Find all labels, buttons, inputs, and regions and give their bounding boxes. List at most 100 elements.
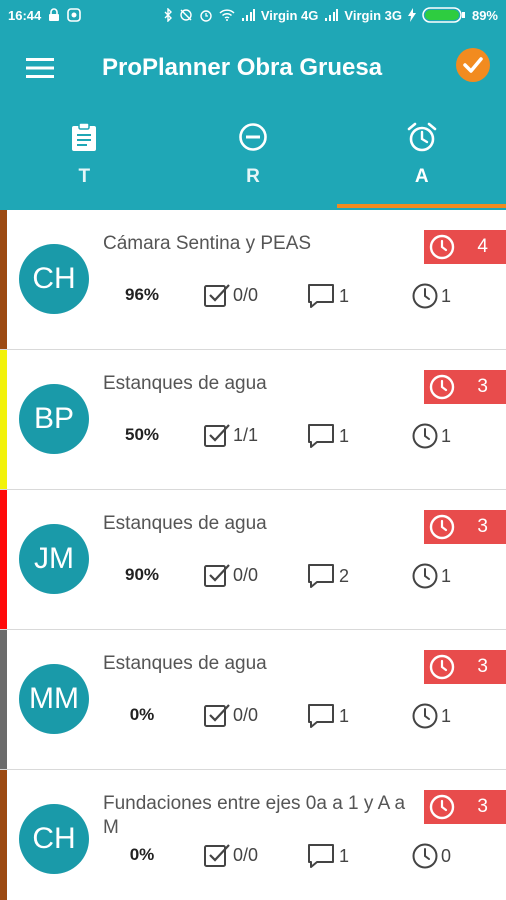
list-item[interactable]: JM Estanques de agua 3 90% 0/0 2 1 (0, 490, 506, 630)
comments-stat[interactable]: 1 (307, 422, 349, 450)
progress-percent: 0% (129, 845, 155, 864)
list-item[interactable]: CH Cámara Sentina y PEAS 4 96% 0/0 1 1 (0, 210, 506, 350)
comments-count: 1 (339, 705, 350, 726)
item-stats: 0% 0/0 1 (0, 702, 506, 734)
tasks-count: 0/0 (233, 844, 259, 865)
tasks-count: 0/0 (233, 564, 259, 585)
tasks-count: 0/0 (233, 704, 259, 725)
item-title: Estanques de agua (103, 513, 267, 534)
clock-outline-icon (412, 423, 438, 449)
comments-count: 2 (339, 565, 350, 586)
badge-count: 3 (477, 376, 488, 397)
clock-outline-icon (412, 703, 438, 729)
tab-bar: T R A (0, 118, 506, 210)
progress-percent: 50% (124, 425, 160, 444)
time-count: 1 (441, 425, 452, 446)
comments-stat[interactable]: 1 (307, 282, 349, 310)
time-count: 1 (441, 565, 452, 586)
comment-icon (308, 284, 334, 308)
item-stats: 96% 0/0 1 1 (0, 282, 506, 314)
overdue-badge: 3 (424, 370, 506, 404)
overdue-badge: 3 (424, 510, 506, 544)
tab-r[interactable]: R (169, 118, 338, 210)
comments-count: 1 (339, 285, 350, 306)
alarm-clock-icon (406, 120, 438, 154)
clock-icon (428, 373, 456, 401)
time-count: 1 (441, 285, 452, 306)
menu-button[interactable] (22, 50, 58, 86)
clock-icon (428, 513, 456, 541)
item-stats: 50% 1/1 1 1 (0, 422, 506, 454)
minus-circle-icon (238, 120, 268, 154)
tasks-count: 1/1 (233, 424, 259, 445)
badge-count: 4 (477, 236, 488, 257)
badge-count: 3 (477, 656, 488, 677)
tab-a-label: A (414, 166, 429, 187)
status-stripe (0, 490, 7, 629)
tasks-count: 0/0 (233, 284, 259, 305)
comments-stat[interactable]: 1 (307, 702, 349, 730)
check-icon (463, 57, 483, 73)
status-left: 16:44 (8, 7, 82, 23)
status-time: 16:44 (8, 7, 42, 23)
overdue-badge: 4 (424, 230, 506, 264)
item-title: Estanques de agua (103, 373, 267, 394)
time-stat[interactable]: 1 (411, 702, 451, 730)
signal-icon (241, 9, 255, 21)
item-title: Estanques de agua (103, 653, 267, 674)
tasks-stat[interactable]: 0/0 (203, 562, 258, 588)
clock-outline-icon (412, 563, 438, 589)
active-tab-indicator (337, 204, 506, 208)
item-stats: 90% 0/0 2 1 (0, 562, 506, 594)
comments-count: 1 (339, 425, 350, 446)
checkbox-icon (204, 284, 230, 307)
lock-icon (47, 8, 61, 22)
item-title: Fundaciones entre ejes 0a a 1 y A a M (103, 793, 406, 838)
comments-count: 1 (339, 845, 350, 866)
status-stripe (0, 770, 7, 900)
status-stripe (0, 350, 7, 489)
tasks-stat[interactable]: 1/1 (203, 422, 258, 448)
checkbox-icon (204, 424, 230, 447)
alarm-icon (199, 8, 213, 22)
signal-icon-2 (324, 9, 339, 21)
tab-t[interactable]: T (0, 118, 169, 210)
tasks-stat[interactable]: 0/0 (203, 702, 258, 728)
comment-icon (308, 704, 334, 728)
wifi-icon (219, 9, 235, 21)
status-stripe (0, 210, 7, 349)
list-item[interactable]: BP Estanques de agua 3 50% 1/1 1 1 (0, 350, 506, 490)
tab-a[interactable]: A (337, 118, 506, 210)
checkbox-icon (204, 844, 230, 867)
confirm-button[interactable] (456, 48, 490, 82)
progress-percent: 0% (129, 705, 155, 724)
badge-count: 3 (477, 516, 488, 537)
comments-stat[interactable]: 2 (307, 562, 349, 590)
time-stat[interactable]: 0 (411, 842, 451, 870)
status-bar: 16:44 Virgin 4G Virgin 3G 89% (0, 0, 506, 30)
sync-off-icon (179, 8, 193, 22)
activity-list: CH Cámara Sentina y PEAS 4 96% 0/0 1 1 B… (0, 210, 506, 900)
time-stat[interactable]: 1 (411, 282, 451, 310)
tasks-stat[interactable]: 0/0 (203, 842, 258, 868)
comments-stat[interactable]: 1 (307, 842, 349, 870)
clock-icon (428, 793, 456, 821)
clock-outline-icon (412, 843, 438, 869)
time-stat[interactable]: 1 (411, 562, 451, 590)
clock-icon (428, 233, 456, 261)
tasks-stat[interactable]: 0/0 (203, 282, 258, 308)
hamburger-icon (26, 58, 54, 78)
clock-outline-icon (412, 283, 438, 309)
list-item[interactable]: MM Estanques de agua 3 0% 0/0 1 1 (0, 630, 506, 770)
badge-count: 3 (477, 796, 488, 817)
carrier-1: Virgin 4G (260, 7, 319, 23)
app-notification-icon (67, 8, 82, 22)
charging-icon (407, 8, 416, 22)
list-item[interactable]: CH Fundaciones entre ejes 0a a 1 y A a M… (0, 770, 506, 900)
item-title: Cámara Sentina y PEAS (103, 233, 312, 254)
progress-percent: 96% (124, 285, 160, 304)
app-bar: ProPlanner Obra Gruesa T R A (0, 30, 506, 210)
time-count: 0 (441, 845, 452, 866)
battery-icon (422, 7, 466, 23)
time-stat[interactable]: 1 (411, 422, 451, 450)
